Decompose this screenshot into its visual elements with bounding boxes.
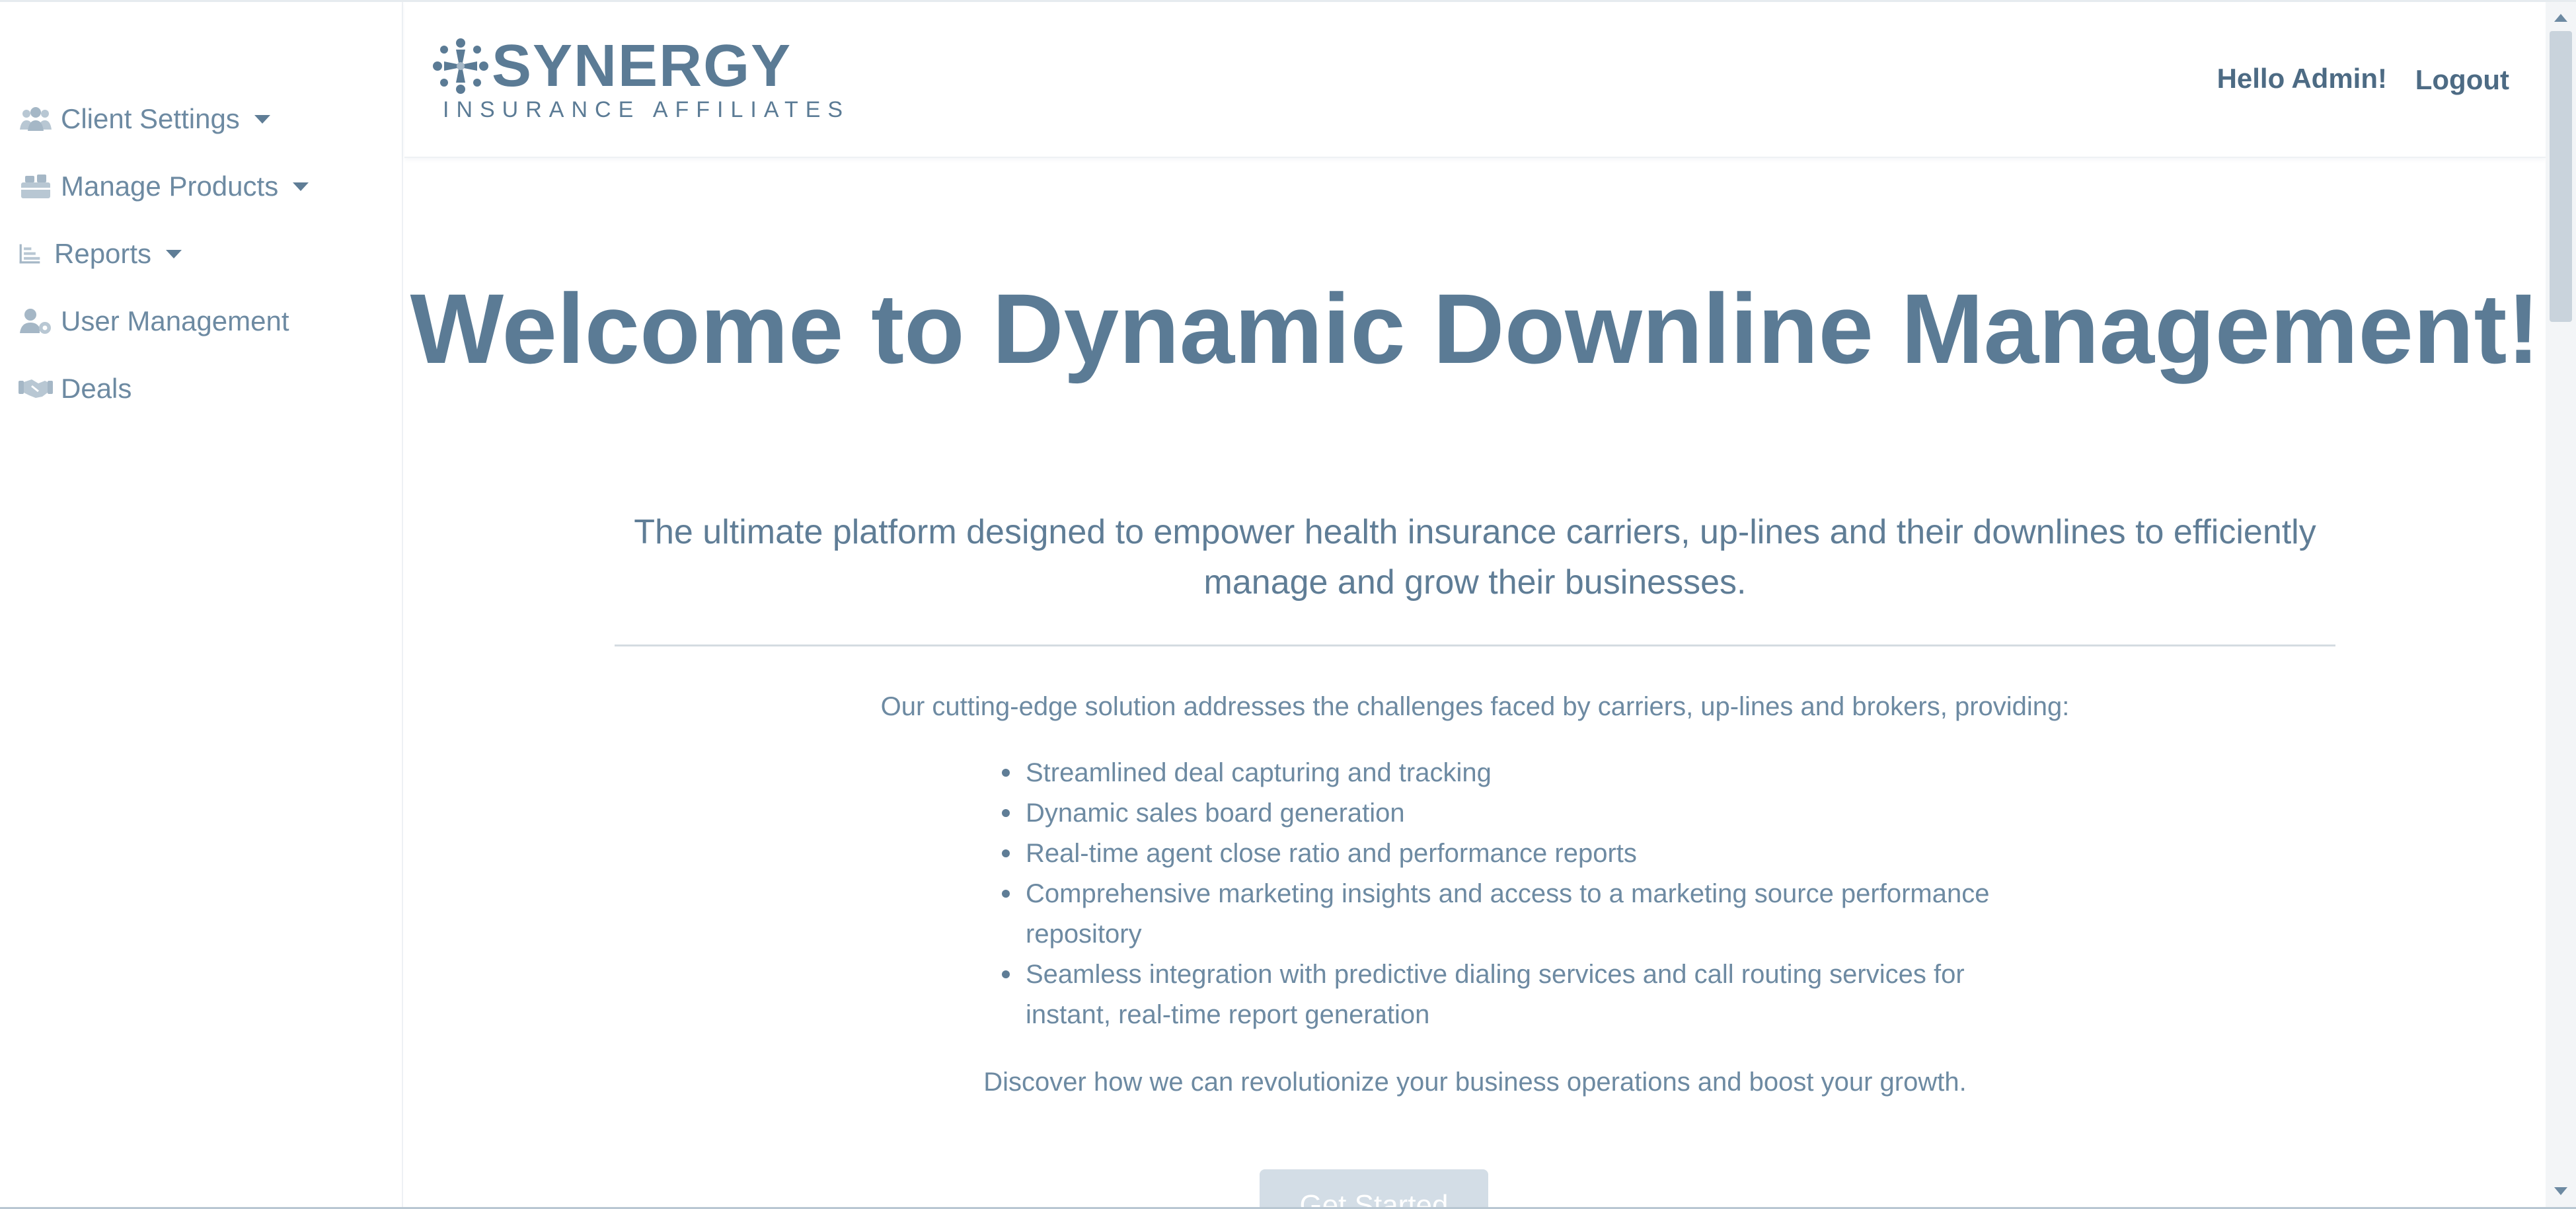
chevron-down-icon — [254, 114, 270, 124]
intro-text: Our cutting-edge solution addresses the … — [880, 692, 2070, 721]
top-header: SYNERGY INSURANCE AFFILIATES Hello Admin… — [404, 2, 2546, 158]
sidebar-item-label: User Management — [61, 305, 289, 336]
chevron-down-icon — [166, 249, 182, 258]
handshake-icon — [19, 379, 53, 398]
main-content: Welcome to Dynamic Downline Management! … — [404, 158, 2546, 1207]
user-gear-icon — [20, 309, 51, 334]
user-greeting: Hello Admin! — [2216, 63, 2387, 94]
sidebar-item-user-management[interactable]: User Management — [19, 298, 289, 344]
list-item: Streamlined deal capturing and tracking — [999, 753, 1990, 793]
page-title: Welcome to Dynamic Downline Management! — [410, 273, 2540, 384]
list-item: Comprehensive marketing insights and acc… — [999, 874, 1990, 955]
sidebar-item-client-settings[interactable]: Client Settings — [19, 96, 270, 142]
sidebar-item-label: Reports — [54, 238, 152, 269]
logo-tagline: INSURANCE AFFILIATES — [443, 97, 851, 122]
page-subtitle: The ultimate platform designed to empowe… — [634, 513, 2316, 602]
sidebar-item-label: Manage Products — [61, 171, 279, 202]
sidebar-item-reports[interactable]: Reports — [19, 231, 182, 277]
company-logo[interactable]: SYNERGY INSURANCE AFFILIATES — [431, 34, 843, 126]
list-item: Real-time agent close ratio and performa… — [999, 834, 1990, 874]
closing-text: Discover how we can revolutionize your b… — [983, 1068, 1967, 1097]
logout-link[interactable]: Logout — [2415, 64, 2509, 96]
chevron-down-icon — [293, 182, 309, 191]
sidebar: Client Settings Manage Products Reports — [0, 2, 403, 1207]
scroll-down-icon[interactable] — [2554, 1187, 2567, 1195]
logo-wordmark: SYNERGY — [492, 33, 792, 99]
scroll-up-icon[interactable] — [2554, 14, 2567, 22]
sidebar-item-label: Deals — [61, 373, 132, 404]
app-window: Client Settings Manage Products Reports — [0, 0, 2576, 1209]
list-item: Seamless integration with predictive dia… — [999, 955, 1990, 1035]
feature-list: Streamlined deal capturing and tracking … — [999, 753, 1990, 1035]
sidebar-item-label: Client Settings — [61, 103, 240, 134]
scroll-thumb[interactable] — [2550, 31, 2572, 322]
boxes-icon — [21, 175, 50, 198]
get-started-button[interactable]: Get Started — [1260, 1169, 1488, 1207]
sidebar-item-deals[interactable]: Deals — [19, 366, 132, 412]
divider — [615, 644, 2335, 646]
sidebar-item-manage-products[interactable]: Manage Products — [19, 163, 309, 210]
vertical-scrollbar[interactable] — [2546, 2, 2576, 1207]
bar-chart-icon — [19, 244, 40, 264]
users-icon — [20, 107, 52, 131]
list-item: Dynamic sales board generation — [999, 793, 1990, 834]
synergy-logo-icon — [433, 38, 488, 94]
